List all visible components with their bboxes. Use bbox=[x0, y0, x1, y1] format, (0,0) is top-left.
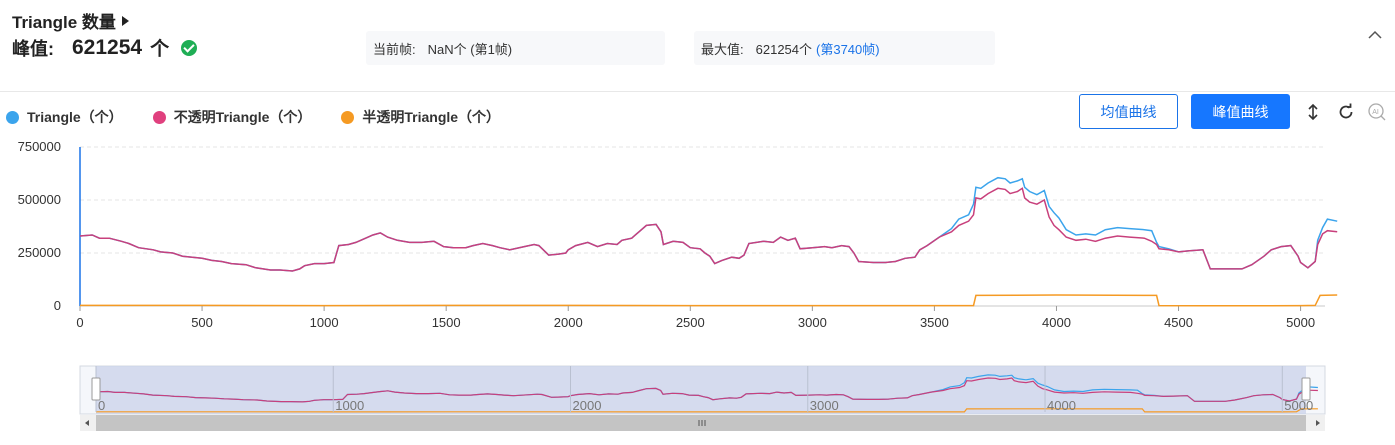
x-tick-label: 1000 bbox=[310, 315, 339, 330]
current-frame-box: 当前帧: NaN个 (第1帧) bbox=[366, 31, 665, 65]
overview-line-2 bbox=[96, 408, 1318, 413]
x-tick-label: 1500 bbox=[432, 315, 461, 330]
header-divider bbox=[0, 91, 1395, 92]
title-text: Triangle 数量 bbox=[12, 13, 116, 32]
x-tick-label: 3500 bbox=[920, 315, 949, 330]
peak-summary: 峰值: 621254 个 bbox=[12, 34, 198, 61]
chart-legend: Triangle（个） 不透明Triangle（个） 半透明Triangle（个… bbox=[6, 107, 530, 127]
max-value-value: 621254个 bbox=[755, 41, 813, 57]
overview-tick-label: 4000 bbox=[1047, 398, 1076, 413]
zoom-selection[interactable] bbox=[96, 366, 1306, 414]
refresh-icon[interactable] bbox=[1336, 102, 1356, 122]
legend-dot bbox=[341, 110, 355, 124]
overview-line-1 bbox=[95, 377, 1318, 403]
legend-item-triangle[interactable]: Triangle（个） bbox=[6, 107, 123, 127]
scroll-right-icon[interactable] bbox=[1316, 420, 1320, 426]
max-frame-link[interactable]: (第3740帧) bbox=[816, 39, 880, 58]
x-tick-label: 0 bbox=[76, 315, 83, 330]
legend-dot bbox=[152, 110, 166, 124]
check-circle-icon bbox=[181, 39, 198, 56]
legend-dot bbox=[6, 110, 19, 124]
overview-tick-label: 5000 bbox=[1284, 398, 1313, 413]
legend-label: Triangle（个） bbox=[27, 109, 123, 125]
x-tick-label: 4500 bbox=[1164, 315, 1193, 330]
peak-curve-button[interactable]: 峰值曲线 bbox=[1191, 94, 1290, 129]
peak-value: 621254 bbox=[72, 35, 143, 59]
legend-item-opaque[interactable]: 不透明Triangle（个） bbox=[152, 107, 312, 127]
y-tick-label: 250000 bbox=[18, 245, 61, 260]
current-frame-value: NaN个 (第1帧) bbox=[427, 41, 513, 57]
legend-label: 半透明Triangle（个） bbox=[362, 109, 501, 125]
series-line-0 bbox=[79, 176, 1338, 272]
series-line-1 bbox=[79, 187, 1338, 272]
vertical-arrows-icon[interactable] bbox=[1303, 102, 1323, 122]
line-chart: 750000 500000 250000 0 0 500 1000 1500 2000 2500… bbox=[18, 139, 1338, 431]
chevron-up-icon[interactable] bbox=[1368, 28, 1382, 42]
chart-title[interactable]: Triangle 数量 bbox=[12, 8, 129, 33]
x-tick-label: 2000 bbox=[554, 315, 583, 330]
y-tick-label: 750000 bbox=[18, 139, 61, 154]
ai-icon[interactable]: AI bbox=[1367, 102, 1387, 122]
zoom-track[interactable] bbox=[79, 365, 1326, 415]
peak-unit: 个 bbox=[150, 39, 170, 60]
svg-text:AI: AI bbox=[1372, 109, 1379, 116]
current-frame-label: 当前帧: bbox=[373, 41, 416, 57]
overview-tick-label: 2000 bbox=[573, 398, 602, 413]
zoom-handle-right[interactable] bbox=[1301, 377, 1311, 401]
y-tick-label: 500000 bbox=[18, 192, 61, 207]
x-tick-label: 3000 bbox=[798, 315, 827, 330]
x-tick-label: 4000 bbox=[1042, 315, 1071, 330]
series-line-2 bbox=[80, 294, 1338, 307]
overview-tick-label: 1000 bbox=[335, 398, 364, 413]
x-tick-label: 2500 bbox=[676, 315, 705, 330]
x-tick-label: 500 bbox=[191, 315, 213, 330]
scroll-left-icon[interactable] bbox=[85, 420, 89, 426]
scrollbar-thumb[interactable] bbox=[96, 415, 1306, 431]
peak-label: 峰值: bbox=[12, 38, 54, 59]
overview-tick-label: 0 bbox=[98, 398, 105, 413]
max-value-box: 最大值: 621254个 (第3740帧) bbox=[694, 31, 995, 65]
zoom-handle-left[interactable] bbox=[91, 377, 101, 401]
max-value-label: 最大值: bbox=[701, 41, 744, 57]
grip-icon[interactable] bbox=[698, 420, 706, 426]
legend-item-translucent[interactable]: 半透明Triangle（个） bbox=[341, 107, 500, 127]
y-tick-label: 0 bbox=[54, 298, 61, 313]
overview-line-0 bbox=[95, 374, 1318, 403]
overview-tick-label: 3000 bbox=[810, 398, 839, 413]
caret-right-icon[interactable] bbox=[121, 15, 129, 26]
scrollbar-track[interactable] bbox=[80, 415, 1325, 431]
legend-label: 不透明Triangle（个） bbox=[173, 109, 312, 125]
x-tick-label: 5000 bbox=[1286, 315, 1315, 330]
mean-curve-button[interactable]: 均值曲线 bbox=[1079, 94, 1178, 129]
